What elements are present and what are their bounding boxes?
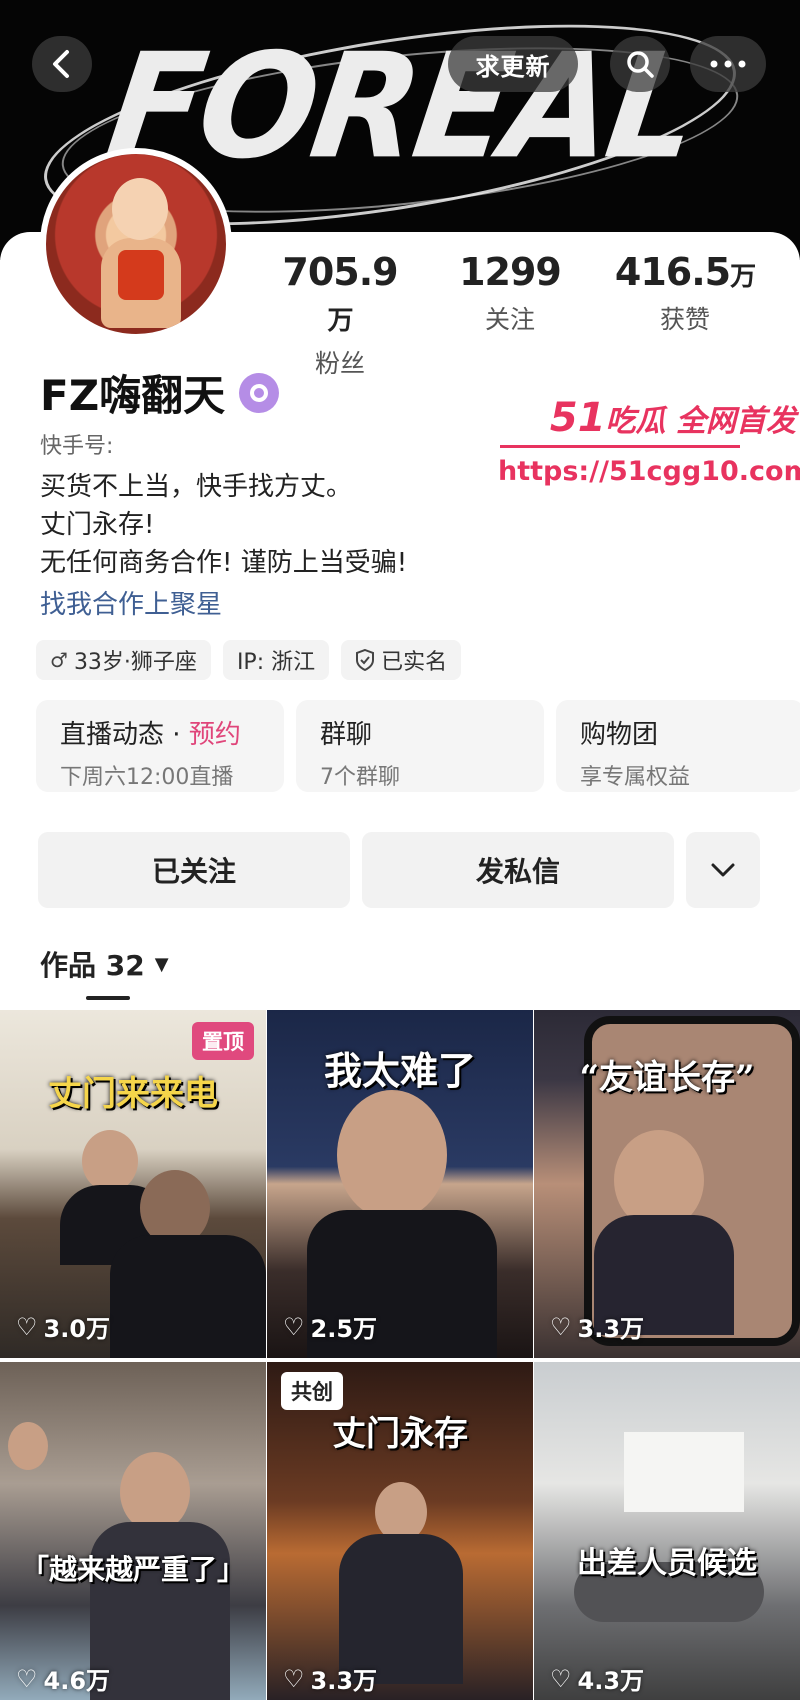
search-icon [627, 51, 654, 78]
send-message-button[interactable]: 发私信 [362, 832, 674, 908]
bio-line: 丈门永存! [40, 510, 155, 540]
shopping-group-card[interactable]: 购物团 享专属权益 [556, 700, 800, 792]
fans-count: 705.9万 [282, 250, 398, 336]
video-likes: ♡ 2.5万 [283, 1312, 378, 1344]
following-stat[interactable]: 1299 关注 [455, 250, 565, 336]
following-count: 1299 [459, 250, 562, 294]
action-buttons: 已关注 发私信 [38, 832, 760, 908]
heart-icon: ♡ [550, 1664, 572, 1693]
age-tag: ♂ 33岁·狮子座 [36, 640, 211, 680]
pinned-badge: 置顶 [192, 1022, 254, 1060]
screen-projection [624, 1432, 744, 1512]
fans-stat[interactable]: 705.9万 粉丝 [270, 250, 410, 380]
heart-icon: ♡ [283, 1664, 305, 1693]
male-icon: ♂ [50, 648, 68, 672]
ip-tag: IP: 浙江 [222, 640, 330, 680]
video-grid: 丈门来来电 置顶 ♡ 3.0万 我太难了 ♡ 2.5万 “友谊长存” ♡ 3.3万 「… [0, 1010, 800, 1700]
video-tile[interactable]: 我太难了 ♡ 2.5万 [267, 1010, 533, 1358]
request-update-button[interactable]: 求更新 [448, 36, 578, 92]
video-tile[interactable]: 丈门永存 共创 ♡ 3.3万 [267, 1362, 533, 1700]
video-figure [375, 1482, 427, 1542]
avatar-figure-face [112, 178, 168, 240]
fans-label: 粉丝 [314, 349, 365, 378]
likes-stat[interactable]: 416.5万 获赞 [610, 250, 760, 336]
video-tile[interactable]: 出差人员候选 ♡ 4.3万 [534, 1362, 800, 1700]
video-tile[interactable]: 丈门来来电 置顶 ♡ 3.0万 [0, 1010, 266, 1358]
video-likes: ♡ 4.6万 [16, 1664, 111, 1696]
profile-name: FZ嗨翻天 [40, 362, 280, 423]
profile-bio: 买货不上当，快手找方丈。 丈门永存! 无任何商务合作! 谨防上当受骗! [40, 468, 407, 582]
video-caption: 出差人员候选 [577, 1546, 757, 1581]
video-caption: 我太难了 [323, 1048, 476, 1093]
heart-icon: ♡ [16, 1664, 38, 1693]
avatar[interactable] [40, 148, 232, 340]
likes-label: 获赞 [659, 305, 710, 334]
video-figure [8, 1422, 48, 1470]
likes-count: 416.5万 [614, 250, 756, 294]
video-figure [120, 1452, 190, 1532]
watermark-brand: 51吃瓜 全网首发 [549, 395, 796, 441]
site-watermark: 51吃瓜 全网首发 https://51cgg10.com [498, 395, 800, 487]
video-likes: ♡ 3.3万 [283, 1664, 378, 1696]
kuaishou-id[interactable]: 快手号: [40, 428, 113, 460]
video-tile[interactable]: “友谊长存” ♡ 3.3万 [534, 1010, 800, 1358]
cooperation-link[interactable]: 找我合作上聚星 [40, 584, 222, 621]
back-button[interactable] [32, 36, 92, 92]
video-caption: 丈门永存 [332, 1414, 468, 1454]
video-figure [337, 1090, 447, 1220]
video-caption: “友谊长存” [579, 1058, 755, 1098]
watermark-line [500, 445, 740, 448]
more-actions-button[interactable] [686, 832, 760, 908]
profile-tags: ♂ 33岁·狮子座 IP: 浙江 已实名 [36, 640, 462, 680]
caret-down-icon: ▼ [154, 953, 169, 975]
real-name-tag: 已实名 [341, 640, 462, 680]
followed-button[interactable]: 已关注 [38, 832, 350, 908]
video-likes: ♡ 4.3万 [550, 1664, 645, 1696]
live-schedule-card[interactable]: 直播动态 · 预约 下周六12:00直播 [36, 700, 284, 792]
works-tab[interactable]: 作品 32 ▼ [40, 944, 169, 984]
video-likes: ♡ 3.3万 [550, 1312, 645, 1344]
back-icon [53, 50, 69, 78]
heart-icon: ♡ [283, 1312, 305, 1341]
video-caption: 「越来越严重了」 [20, 1553, 245, 1586]
watermark-url: https://51cgg10.com [498, 456, 800, 487]
verified-shield-icon [356, 649, 375, 671]
co-creation-badge: 共创 [281, 1372, 343, 1410]
info-cards: 直播动态 · 预约 下周六12:00直播 群聊 7个群聊 购物团 享专属权益 [36, 700, 800, 792]
chevron-down-icon [711, 863, 735, 877]
profile-name-text: FZ嗨翻天 [40, 371, 226, 420]
heart-icon: ♡ [16, 1312, 38, 1341]
verified-badge-icon[interactable] [239, 372, 280, 413]
bio-line: 买货不上当，快手找方丈。 [40, 472, 353, 502]
search-button[interactable] [610, 36, 670, 92]
video-caption: 丈门来来电 [48, 1074, 218, 1114]
more-button[interactable] [690, 36, 766, 92]
video-likes: ♡ 3.0万 [16, 1312, 111, 1344]
following-label: 关注 [484, 305, 535, 334]
works-tab-indicator [86, 996, 130, 1000]
video-figure [110, 1235, 266, 1358]
avatar-figure-bib [118, 250, 164, 300]
heart-icon: ♡ [550, 1312, 572, 1341]
video-tile[interactable]: 「越来越严重了」 ♡ 4.6万 [0, 1362, 266, 1700]
group-chat-card[interactable]: 群聊 7个群聊 [296, 700, 544, 792]
video-figure [82, 1130, 138, 1192]
bio-line: 无任何商务合作! 谨防上当受骗! [40, 548, 408, 578]
more-icon [710, 60, 746, 68]
